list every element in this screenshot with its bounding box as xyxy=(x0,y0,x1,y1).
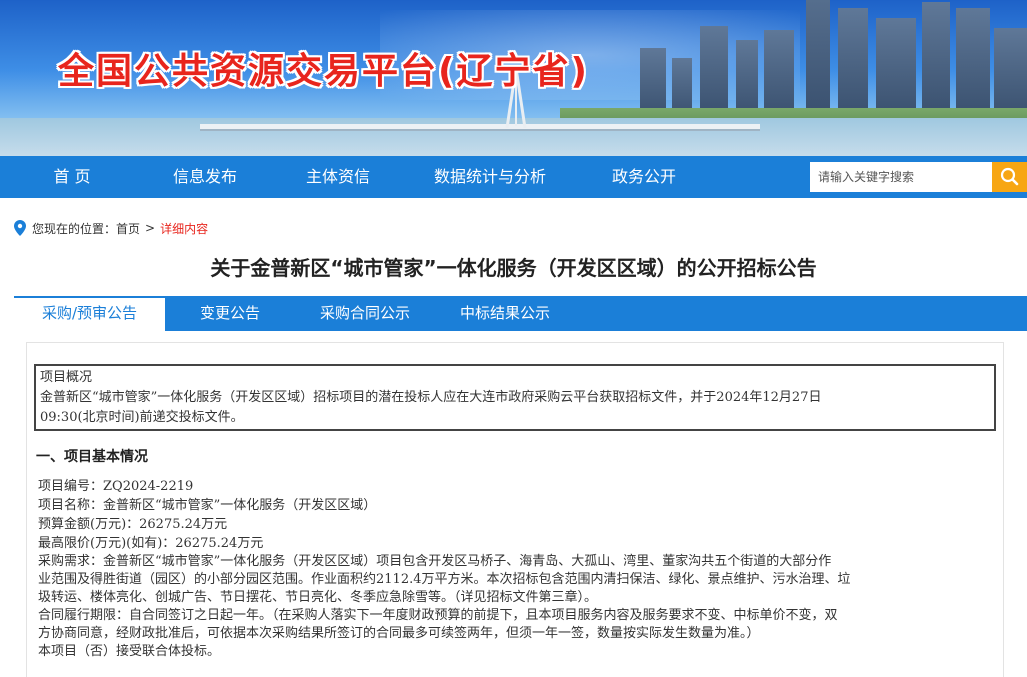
procurement-demand: 业范围及得胜街道（园区）的小部分园区范围。作业面积约2112.4万平方米。本次招… xyxy=(38,572,851,587)
tab-contract-publicity[interactable]: 采购合同公示 xyxy=(295,296,435,331)
overview-line: 09:30(北京时间)前递交投标文件。 xyxy=(40,410,244,425)
budget-amount: 预算金额(万元)：26275.24万元 xyxy=(38,517,228,532)
max-price: 最高限价(万元)(如有)：26275.24万元 xyxy=(38,536,264,551)
section-heading-basic-info: 一、项目基本情况 xyxy=(36,449,148,465)
banner-building xyxy=(956,8,990,118)
tab-award-result[interactable]: 中标结果公示 xyxy=(435,296,575,331)
nav-item-credit[interactable]: 主体资信 xyxy=(292,156,384,198)
tab-procurement-notice[interactable]: 采购/预审公告 xyxy=(14,296,165,331)
breadcrumb: 您现在的位置： 首页 > 详细内容 xyxy=(14,219,208,237)
project-number: 项目编号：ZQ2024-2219 xyxy=(38,479,194,494)
overview-line: 金普新区“城市管家”一体化服务（开发区区域）招标项目的潜在投标人应在大连市政府采… xyxy=(40,390,822,405)
nav-item-info-release[interactable]: 信息发布 xyxy=(160,156,250,198)
breadcrumb-current: 详细内容 xyxy=(160,221,209,236)
banner-building xyxy=(736,40,758,118)
procurement-demand: 采购需求：金普新区“城市管家”一体化服务（开发区区域）项目包含开发区马桥子、海青… xyxy=(38,554,832,569)
breadcrumb-prefix: 您现在的位置： xyxy=(32,221,117,236)
banner-building xyxy=(876,18,916,118)
project-name: 项目名称：金普新区“城市管家”一体化服务（开发区区域） xyxy=(38,498,377,513)
search-input[interactable] xyxy=(810,162,992,192)
procurement-demand: 圾转运、楼体亮化、创城广告、节日摆花、节日亮化、冬季应急除雪等。（详见招标文件第… xyxy=(38,590,598,605)
banner-building xyxy=(700,26,728,118)
breadcrumb-separator: > xyxy=(145,221,156,235)
search-button[interactable] xyxy=(992,162,1027,192)
breadcrumb-home-link[interactable]: 首页 xyxy=(116,220,140,237)
notice-tabs: 采购/预审公告 变更公告 采购合同公示 中标结果公示 xyxy=(14,296,1027,331)
banner-building xyxy=(994,28,1027,118)
tab-change-notice[interactable]: 变更公告 xyxy=(165,296,295,331)
overview-heading: 项目概况 xyxy=(40,370,93,385)
site-title: 全国公共资源交易平台(辽宁省) xyxy=(58,51,589,92)
page-title: 关于金普新区“城市管家”一体化服务（开发区区域）的公开招标公告 xyxy=(210,256,817,280)
nav-item-statistics[interactable]: 数据统计与分析 xyxy=(425,156,555,198)
banner-building xyxy=(922,2,950,118)
project-overview-box: 项目概况 金普新区“城市管家”一体化服务（开发区区域）招标项目的潜在投标人应在大… xyxy=(34,364,996,431)
contract-term: 合同履行期限：自合同签订之日起一年。（在采购人落实下一年度财政预算的前提下，且本… xyxy=(38,608,838,623)
nav-item-home[interactable]: 首 页 xyxy=(30,156,114,198)
contract-term: 方协商同意，经财政批准后，可依据本次采购结果所签订的合同最多可续签两年，但须一年… xyxy=(38,626,760,641)
search-icon xyxy=(1000,167,1019,186)
banner-building xyxy=(806,0,830,118)
banner-bridge-rail xyxy=(200,129,760,131)
nav-item-gov-affairs[interactable]: 政务公开 xyxy=(598,156,690,198)
location-pin-icon xyxy=(14,220,26,236)
header-banner: 全国公共资源交易平台(辽宁省) xyxy=(0,0,1027,156)
banner-building xyxy=(764,30,794,118)
banner-building xyxy=(838,8,868,118)
consortium-note: 本项目（否）接受联合体投标。 xyxy=(38,644,221,659)
